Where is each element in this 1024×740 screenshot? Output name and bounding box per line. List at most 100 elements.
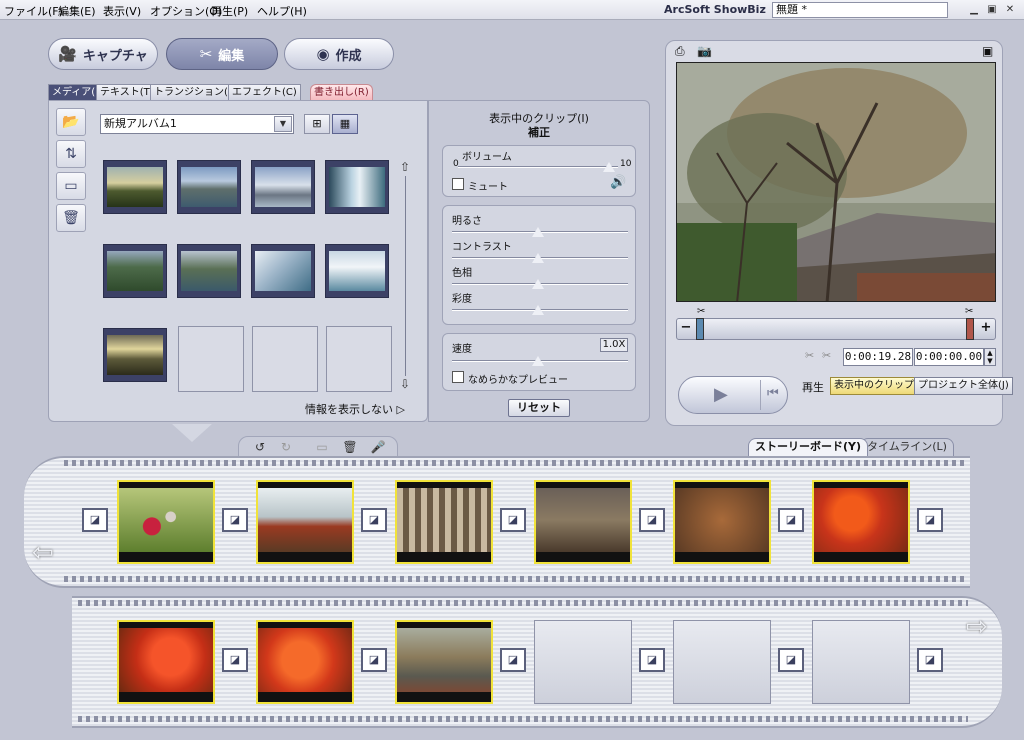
- storyboard-clip[interactable]: [812, 480, 910, 564]
- scroll-right-icon[interactable]: ⇨: [966, 612, 988, 642]
- media-thumbnail[interactable]: [325, 244, 389, 298]
- split-icon[interactable]: ✂: [805, 349, 814, 362]
- storyboard-clip[interactable]: [117, 480, 215, 564]
- mute-checkbox[interactable]: [452, 178, 464, 190]
- transition-slot[interactable]: ◪: [917, 508, 943, 532]
- media-thumbnail[interactable]: [251, 160, 315, 214]
- insert-icon[interactable]: ▭: [312, 438, 332, 456]
- media-thumbnail[interactable]: [177, 160, 241, 214]
- tab-text[interactable]: テキスト(T): [96, 84, 158, 101]
- skip-start-icon[interactable]: ⏮: [767, 386, 779, 401]
- hide-info-link[interactable]: 情報を表示しない ▷: [305, 401, 405, 417]
- delete-icon[interactable]: 🗑: [340, 438, 360, 456]
- storyboard-clip[interactable]: [395, 620, 493, 704]
- trim-start-scissors-icon[interactable]: ✂: [697, 306, 705, 317]
- media-thumbnail[interactable]: [325, 160, 389, 214]
- trash-icon[interactable]: 🗑: [56, 204, 86, 232]
- transition-slot[interactable]: ◪: [778, 508, 804, 532]
- storyboard-clip[interactable]: [256, 480, 354, 564]
- media-thumbnail[interactable]: [251, 244, 315, 298]
- edit-button[interactable]: ✂ 編集: [166, 38, 278, 70]
- storyboard-clip[interactable]: [256, 620, 354, 704]
- saturation-slider-handle[interactable]: [532, 305, 544, 315]
- album-select[interactable]: 新規アルバム1: [100, 114, 294, 134]
- preview-timebar[interactable]: [676, 318, 996, 340]
- tab-timeline[interactable]: タイムライン(L): [860, 438, 954, 456]
- storyboard-clip[interactable]: [395, 480, 493, 564]
- capture-button[interactable]: 🎥 キャプチャ: [48, 38, 158, 70]
- sort-icon[interactable]: ⇅: [56, 140, 86, 168]
- storyboard-clip[interactable]: [117, 620, 215, 704]
- transition-slot[interactable]: ◪: [361, 648, 387, 672]
- menu-file[interactable]: ファイル(F): [4, 3, 63, 19]
- small-icons-view-button[interactable]: ▦: [332, 114, 358, 134]
- media-thumbnail[interactable]: [103, 244, 167, 298]
- large-icons-view-button[interactable]: ⊞: [304, 114, 330, 134]
- transition-slot[interactable]: ◪: [917, 648, 943, 672]
- media-thumbnail[interactable]: [103, 328, 167, 382]
- contrast-label: コントラスト: [452, 242, 512, 253]
- transition-slot[interactable]: ◪: [500, 648, 526, 672]
- storyboard-clip[interactable]: [673, 480, 771, 564]
- hue-slider-handle[interactable]: [532, 279, 544, 289]
- close-icon[interactable]: ✕: [1004, 4, 1016, 16]
- transition-slot[interactable]: ◪: [222, 508, 248, 532]
- zoom-in-icon[interactable]: +: [978, 321, 994, 337]
- current-time-field[interactable]: 0:00:19.28: [843, 348, 913, 366]
- microphone-icon[interactable]: 🎤: [368, 438, 388, 456]
- smooth-preview-checkbox[interactable]: [452, 371, 464, 383]
- join-icon[interactable]: ✂: [822, 349, 831, 362]
- tab-export[interactable]: 書き出し(R): [310, 84, 373, 101]
- print-icon[interactable]: ⎙: [675, 44, 685, 59]
- menu-view[interactable]: 表示(V): [103, 3, 141, 19]
- transition-slot[interactable]: ◪: [222, 648, 248, 672]
- reset-button[interactable]: リセット: [508, 399, 570, 417]
- chevron-down-icon[interactable]: ▼: [274, 116, 292, 132]
- maximize-icon[interactable]: ▣: [986, 4, 998, 16]
- redo-icon[interactable]: ↻: [276, 438, 296, 456]
- fullscreen-icon[interactable]: ▣: [982, 44, 993, 58]
- trim-end-handle[interactable]: [966, 318, 974, 340]
- undo-icon[interactable]: ↺: [250, 438, 270, 456]
- trim-end-scissors-icon[interactable]: ✂: [965, 306, 973, 317]
- scroll-down-icon[interactable]: ⇩: [398, 377, 412, 391]
- transition-slot[interactable]: ◪: [361, 508, 387, 532]
- scroll-up-icon[interactable]: ⇧: [398, 160, 412, 174]
- transition-slot[interactable]: ◪: [639, 508, 665, 532]
- empty-storyboard-slot[interactable]: [673, 620, 771, 704]
- panel-pointer: [172, 424, 212, 442]
- contrast-slider-handle[interactable]: [532, 253, 544, 263]
- speed-slider-handle[interactable]: [532, 356, 544, 366]
- folder-icon[interactable]: 📂: [56, 108, 86, 136]
- transition-slot[interactable]: ◪: [82, 508, 108, 532]
- total-time-field[interactable]: 0:00:00.00: [914, 348, 984, 366]
- time-spinner[interactable]: ▲ ▼: [984, 348, 996, 366]
- scroll-left-icon[interactable]: ⇦: [32, 538, 54, 568]
- empty-storyboard-slot[interactable]: [812, 620, 910, 704]
- trim-start-handle[interactable]: [696, 318, 704, 340]
- transition-slot[interactable]: ◪: [778, 648, 804, 672]
- project-name-field[interactable]: 無題 *: [772, 2, 948, 18]
- play-icon[interactable]: ▶: [714, 384, 728, 405]
- play-whole-project-button[interactable]: プロジェクト全体(J): [914, 377, 1013, 395]
- volume-slider-track[interactable]: [458, 166, 618, 168]
- transition-slot[interactable]: ◪: [639, 648, 665, 672]
- tab-effect[interactable]: エフェクト(C): [228, 84, 301, 101]
- storyboard-clip[interactable]: [534, 480, 632, 564]
- media-thumbnail[interactable]: [177, 244, 241, 298]
- menu-playback[interactable]: 再生(P): [211, 3, 248, 19]
- transition-slot[interactable]: ◪: [500, 508, 526, 532]
- minimize-icon[interactable]: ▁: [968, 4, 980, 16]
- scroll-track[interactable]: [405, 176, 406, 376]
- scanner-icon[interactable]: ▭: [56, 172, 86, 200]
- snapshot-camera-icon[interactable]: 📷: [697, 44, 712, 58]
- menu-help[interactable]: ヘルプ(H): [257, 3, 307, 19]
- tab-storyboard[interactable]: ストーリーボード(Y): [748, 438, 869, 456]
- media-thumbnail[interactable]: [103, 160, 167, 214]
- empty-storyboard-slot[interactable]: [534, 620, 632, 704]
- brightness-slider-handle[interactable]: [532, 227, 544, 237]
- zoom-out-icon[interactable]: −: [678, 321, 694, 337]
- menu-edit[interactable]: 編集(E): [58, 3, 96, 19]
- create-button[interactable]: ◉ 作成: [284, 38, 394, 70]
- volume-slider-handle[interactable]: [603, 162, 615, 172]
